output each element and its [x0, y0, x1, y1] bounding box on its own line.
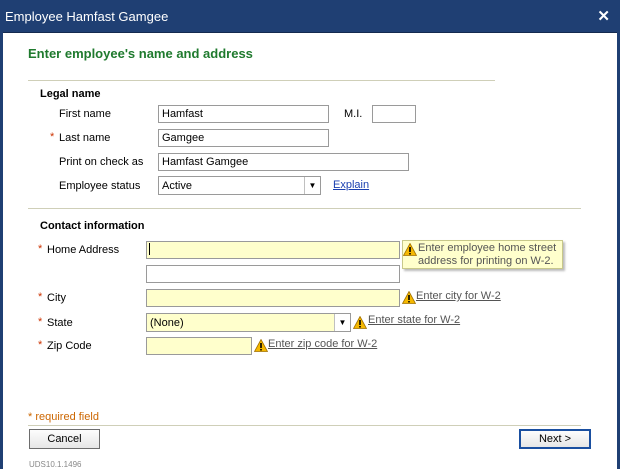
chevron-down-icon[interactable]: ▼: [304, 177, 320, 194]
first-name-field[interactable]: [158, 105, 329, 123]
divider: [28, 80, 495, 81]
divider: [28, 208, 581, 209]
mi-label: M.I.: [344, 108, 363, 120]
next-button[interactable]: Next >: [519, 429, 591, 449]
cancel-button[interactable]: Cancel: [29, 429, 100, 449]
close-icon[interactable]: ✕: [597, 7, 610, 25]
legal-name-section-title: Legal name: [40, 88, 101, 100]
home-address-tooltip: Enter employee home street address for p…: [402, 240, 563, 269]
zip-code-label: Zip Code: [47, 340, 92, 352]
warning-icon: [402, 291, 416, 304]
state-value: (None): [150, 317, 184, 329]
first-name-label: First name: [59, 108, 111, 120]
zip-code-field[interactable]: [146, 337, 252, 355]
zip-code-hint-link[interactable]: Enter zip code for W-2: [268, 338, 377, 350]
tooltip-text: Enter employee home street address for p…: [418, 242, 556, 268]
state-label: State: [47, 317, 73, 329]
required-marker: *: [38, 339, 43, 351]
city-hint-link[interactable]: Enter city for W-2: [416, 290, 501, 302]
last-name-field[interactable]: [158, 129, 329, 147]
home-address-line2-field[interactable]: [146, 265, 400, 283]
window-frame-left: [0, 32, 3, 469]
tooltip-line: Enter employee home street: [418, 242, 557, 254]
contact-section-title: Contact information: [40, 220, 145, 232]
city-label: City: [47, 292, 66, 304]
print-on-check-label: Print on check as: [59, 156, 144, 168]
tooltip-line: address for printing on W-2.: [418, 255, 554, 267]
page-heading: Enter employee's name and address: [28, 46, 253, 61]
print-on-check-field[interactable]: [158, 153, 409, 171]
home-address-label: Home Address: [47, 244, 120, 256]
employee-status-value: Active: [162, 180, 192, 192]
required-marker: *: [38, 243, 43, 255]
text-cursor: [149, 243, 150, 255]
home-address-line1-field[interactable]: [146, 241, 400, 259]
last-name-label: Last name: [59, 132, 111, 144]
city-field[interactable]: [146, 289, 400, 307]
state-select[interactable]: (None) ▼: [146, 313, 351, 332]
warning-icon: [353, 316, 367, 329]
chevron-down-icon[interactable]: ▼: [334, 314, 350, 331]
required-field-note: * required field: [28, 411, 99, 423]
window-title: Employee Hamfast Gamgee: [5, 9, 169, 24]
mi-field[interactable]: [372, 105, 416, 123]
title-bar: Employee Hamfast Gamgee ✕: [0, 0, 620, 33]
required-marker: *: [38, 291, 43, 303]
employee-status-label: Employee status: [59, 180, 141, 192]
state-hint-link[interactable]: Enter state for W-2: [368, 314, 460, 326]
required-marker: *: [50, 131, 55, 143]
warning-icon: [403, 243, 417, 256]
warning-icon: [254, 339, 268, 352]
required-marker: *: [38, 316, 43, 328]
employee-status-select[interactable]: Active ▼: [158, 176, 321, 195]
explain-link[interactable]: Explain: [333, 179, 369, 191]
divider: [28, 425, 581, 426]
version-label: UDS10.1.1496: [29, 460, 82, 469]
